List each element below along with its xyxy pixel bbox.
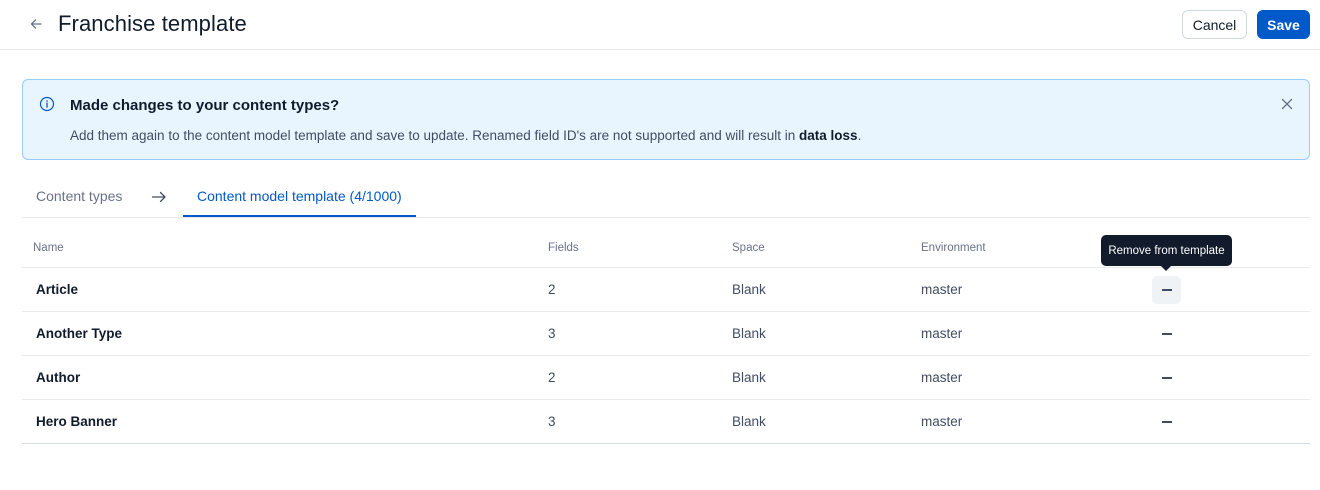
tooltip: Remove from template <box>1101 235 1232 266</box>
remove-from-template-button[interactable] <box>1152 320 1181 348</box>
column-header-environment: Environment <box>921 242 986 254</box>
row-name: Author <box>36 370 81 385</box>
column-header-fields: Fields <box>548 242 579 254</box>
row-space: Blank <box>732 370 766 385</box>
notice-body-text: Add them again to the content model temp… <box>70 128 800 143</box>
minus-icon <box>1161 333 1172 335</box>
table-row: Another Type 3 Blank master <box>22 312 1310 356</box>
row-name: Article <box>36 282 79 297</box>
row-fields: 3 <box>548 326 556 341</box>
notice-body-suffix: . <box>857 128 862 143</box>
row-fields: 2 <box>548 282 556 297</box>
info-notice: Made changes to your content types? Add … <box>22 79 1310 160</box>
notice-title: Made changes to your content types? <box>70 97 340 114</box>
minus-icon <box>1161 377 1172 379</box>
cancel-button[interactable]: Cancel <box>1182 10 1247 39</box>
row-environment: master <box>921 370 963 385</box>
table-row: Article 2 Blank master <box>22 268 1310 312</box>
row-name: Hero Banner <box>36 414 118 429</box>
row-environment: master <box>921 282 963 297</box>
notice-body-emphasis: data loss <box>799 128 858 143</box>
row-space: Blank <box>732 282 766 297</box>
tab-bar: Content types Content model template (4/… <box>22 178 1310 218</box>
minus-icon <box>1161 421 1172 423</box>
page-title: Franchise template <box>58 11 247 36</box>
close-icon[interactable] <box>1279 96 1295 112</box>
row-space: Blank <box>732 414 766 429</box>
row-environment: master <box>921 414 963 429</box>
info-icon <box>39 96 55 112</box>
remove-from-template-button[interactable] <box>1152 408 1181 436</box>
row-fields: 3 <box>548 414 556 429</box>
tooltip-caret <box>1160 265 1172 271</box>
remove-from-template-button[interactable] <box>1152 276 1181 304</box>
arrow-right-icon <box>151 191 166 203</box>
tab-content-types[interactable]: Content types <box>36 178 122 217</box>
row-name: Another Type <box>36 326 123 341</box>
notice-body: Add them again to the content model temp… <box>70 127 861 145</box>
table-row: Hero Banner 3 Blank master <box>22 400 1310 444</box>
page-header: Franchise template Cancel Save <box>0 0 1320 50</box>
minus-icon <box>1161 289 1172 291</box>
remove-from-template-button[interactable] <box>1152 364 1181 392</box>
column-header-space: Space <box>732 242 765 254</box>
row-environment: master <box>921 326 963 341</box>
tab-content-model-template[interactable]: Content model template (4/1000) <box>183 178 416 217</box>
column-header-name: Name <box>33 242 64 254</box>
row-fields: 2 <box>548 370 556 385</box>
table-row: Author 2 Blank master <box>22 356 1310 400</box>
arrow-left-icon <box>30 19 42 29</box>
save-button[interactable]: Save <box>1257 10 1310 39</box>
back-button[interactable] <box>24 12 48 36</box>
row-space: Blank <box>732 326 766 341</box>
